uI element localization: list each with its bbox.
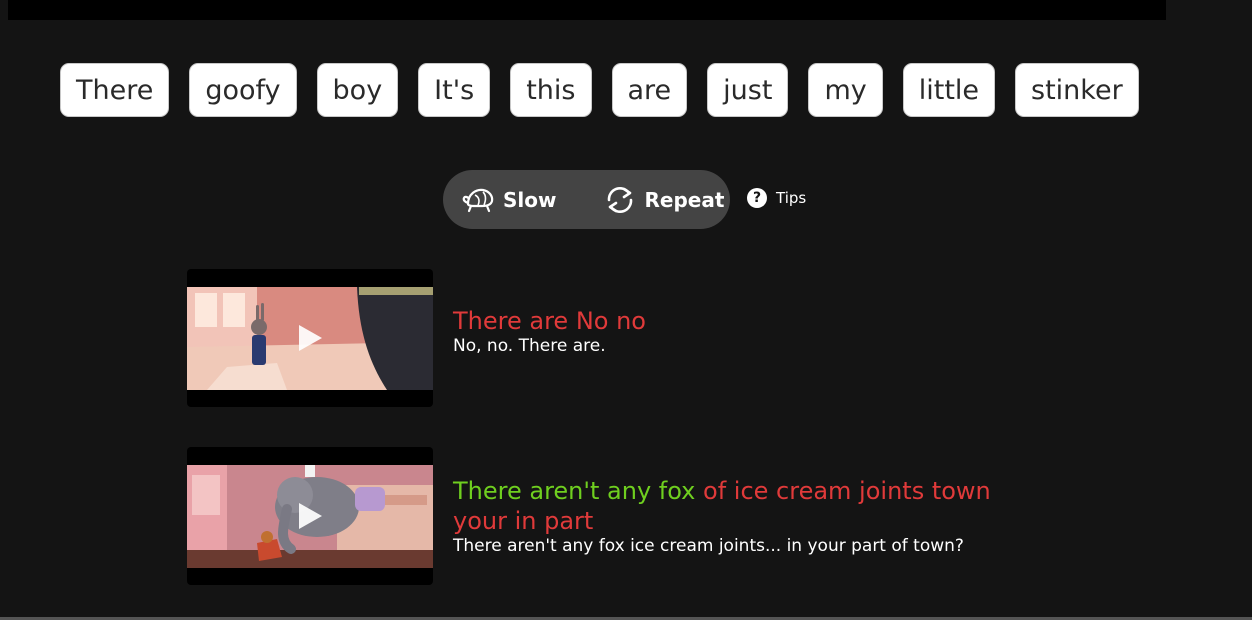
clip-text: There are No no No, no. There are. bbox=[453, 307, 993, 357]
word-chip-stinker[interactable]: stinker bbox=[1015, 63, 1139, 117]
correct-answer: No, no. There are. bbox=[453, 335, 606, 356]
top-bar bbox=[8, 0, 1166, 20]
play-icon bbox=[299, 325, 322, 351]
guess-wrong: There are No no bbox=[453, 306, 646, 335]
word-chip-are[interactable]: are bbox=[611, 63, 688, 117]
clip-item: There are No no No, no. There are. bbox=[187, 269, 993, 407]
correct-answer: There aren't any fox ice cream joints...… bbox=[453, 535, 964, 556]
repeat-label: Repeat bbox=[644, 187, 725, 212]
video-thumbnail[interactable] bbox=[187, 447, 433, 585]
tips-label: Tips bbox=[776, 189, 807, 207]
repeat-icon bbox=[608, 186, 633, 213]
word-chip-its[interactable]: It's bbox=[418, 63, 491, 117]
word-chip-little[interactable]: little bbox=[902, 63, 996, 117]
play-icon bbox=[299, 503, 322, 529]
user-guess: There are No no bbox=[453, 306, 993, 336]
word-chip-my[interactable]: my bbox=[808, 63, 883, 117]
turtle-icon bbox=[462, 188, 494, 212]
word-chip-just[interactable]: just bbox=[707, 63, 789, 117]
tips-button[interactable]: ? Tips bbox=[747, 188, 806, 208]
question-icon: ? bbox=[747, 188, 767, 208]
playback-controls: Slow Repeat bbox=[443, 170, 730, 229]
slow-label: Slow bbox=[503, 187, 557, 212]
word-bank: There goofy boy It's this are just my li… bbox=[60, 63, 1139, 117]
guess-correct: There aren't any fox bbox=[453, 476, 704, 505]
word-chip-there[interactable]: There bbox=[60, 63, 170, 117]
user-guess: There aren't any fox of ice cream joints… bbox=[453, 476, 993, 536]
clip-text: There aren't any fox of ice cream joints… bbox=[453, 476, 993, 557]
word-chip-goofy[interactable]: goofy bbox=[189, 63, 297, 117]
repeat-button[interactable]: Repeat bbox=[603, 185, 724, 215]
word-chip-this[interactable]: this bbox=[510, 63, 592, 117]
video-thumbnail[interactable] bbox=[187, 269, 433, 407]
clip-item: There aren't any fox of ice cream joints… bbox=[187, 447, 993, 585]
word-chip-boy[interactable]: boy bbox=[316, 63, 399, 117]
slow-button[interactable]: Slow bbox=[462, 186, 556, 214]
